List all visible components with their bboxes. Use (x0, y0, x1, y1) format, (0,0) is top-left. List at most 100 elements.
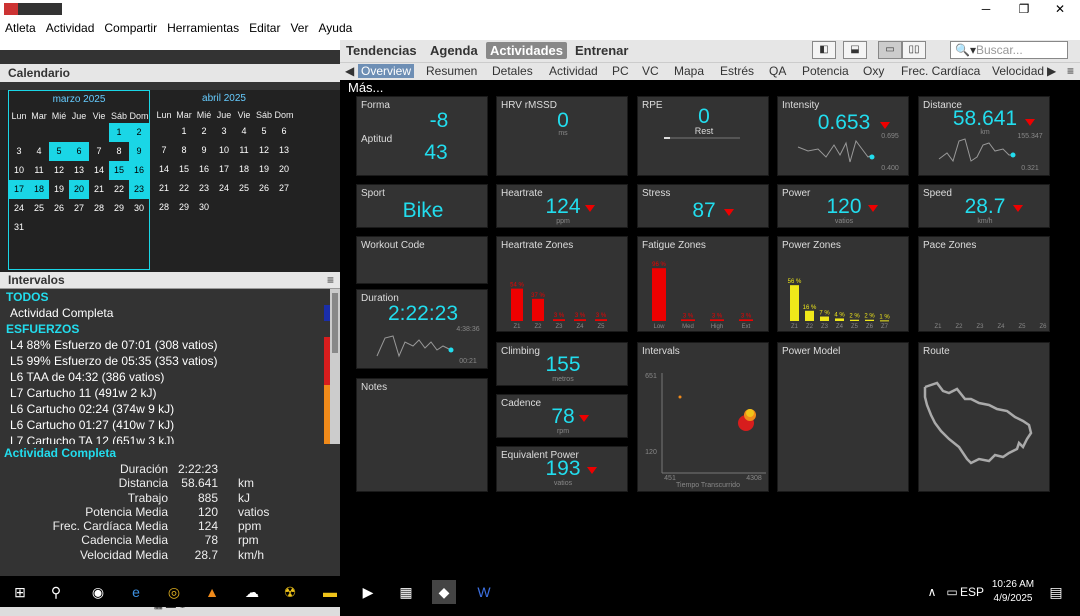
calendar-day[interactable]: 2 (129, 123, 149, 142)
search-taskbar-icon[interactable]: ⚲ (44, 580, 68, 604)
calendar-day[interactable]: 7 (154, 141, 174, 160)
calendar-day[interactable]: 22 (174, 179, 194, 198)
tile-speed[interactable]: Speed 28.7 km/h (918, 184, 1050, 228)
tile-hrv[interactable]: HRV rMSSD 0 ms (496, 96, 628, 176)
subtabs-prev-icon[interactable]: ◀ (345, 64, 354, 78)
subtab-pc[interactable]: PC (612, 64, 629, 78)
calendar-day[interactable]: 28 (89, 199, 109, 218)
mas-link[interactable]: Más... (348, 80, 383, 95)
word-icon[interactable]: W (472, 580, 496, 604)
menu-compartir[interactable]: Compartir (99, 18, 162, 38)
calendar-day[interactable]: 26 (254, 179, 274, 198)
calendar-day[interactable]: 7 (89, 142, 109, 161)
subtab-estres[interactable]: Estrés (720, 64, 754, 78)
menu-ver[interactable]: Ver (285, 18, 313, 38)
calendar-day[interactable]: 18 (29, 180, 49, 199)
calendar-day[interactable]: 16 (194, 160, 214, 179)
subtab-resumen[interactable]: Resumen (426, 64, 477, 78)
tile-pace-zones[interactable]: Pace Zones Z1 Z2 Z3 Z4 Z5 Z6 (918, 236, 1050, 332)
calendar-day[interactable]: 19 (49, 180, 69, 199)
interval-item[interactable]: L6 TAA de 04:32 (386 vatios) (0, 369, 330, 385)
subtab-mapa[interactable]: Mapa (674, 64, 704, 78)
calculator-icon[interactable]: ▦ (394, 580, 418, 604)
subtab-oxy[interactable]: Oxy (863, 64, 884, 78)
bottom-panel-icon[interactable]: ⬓ (843, 41, 867, 59)
tile-equivalent-power[interactable]: Equivalent Power 193 vatios (496, 446, 628, 492)
calendar-day[interactable]: 20 (274, 160, 294, 179)
tile-power[interactable]: Power 120 vatios (777, 184, 909, 228)
calendar-day[interactable]: 13 (69, 161, 89, 180)
file-explorer-icon[interactable]: ▬ (318, 580, 342, 604)
subtab-actividad[interactable]: Actividad (549, 64, 598, 78)
calendar-day[interactable]: 9 (129, 142, 149, 161)
subtab-detales[interactable]: Detales (492, 64, 533, 78)
tile-sport[interactable]: Sport Bike (356, 184, 488, 228)
calendar-day[interactable]: 4 (234, 122, 254, 141)
calendar-day[interactable]: 17 (214, 160, 234, 179)
interval-item[interactable]: L4 88% Esfuerzo de 07:01 (308 vatios) (0, 337, 330, 353)
menu-ayuda[interactable]: Ayuda (313, 18, 357, 38)
search-input[interactable]: 🔍▾Buscar... (950, 41, 1068, 59)
calendar-day[interactable]: 10 (214, 141, 234, 160)
subtab-vc[interactable]: VC (642, 64, 659, 78)
menu-editar[interactable]: Editar (244, 18, 285, 38)
calendar-day[interactable]: 23 (194, 179, 214, 198)
calendar-day[interactable]: 28 (154, 198, 174, 217)
calendar-day[interactable]: 6 (274, 122, 294, 141)
language-indicator[interactable]: ESP (958, 580, 986, 604)
calendar-day[interactable]: 24 (9, 199, 29, 218)
tile-intensity[interactable]: Intensity 0.653 0.695 0.400 (777, 96, 909, 176)
app-icon-1[interactable]: ◉ (86, 580, 110, 604)
tile-climbing[interactable]: Climbing 155 metros (496, 342, 628, 386)
calendar-day[interactable]: 30 (194, 198, 214, 217)
media-icon[interactable]: ▶ (356, 580, 380, 604)
subtab-potencia[interactable]: Potencia (802, 64, 849, 78)
subtab-velocidad[interactable]: Velocidad (992, 64, 1044, 78)
tile-distance[interactable]: Distance 58.641 km 155.347 0.321 (918, 96, 1050, 176)
intervals-list[interactable]: TODOS Actividad Completa ESFUERZOS L4 88% E… (0, 289, 330, 444)
calendar-day[interactable]: 26 (49, 199, 69, 218)
calendar-day[interactable]: 2 (194, 122, 214, 141)
calendar-day[interactable]: 29 (109, 199, 129, 218)
calendar-day[interactable]: 18 (234, 160, 254, 179)
calendar-day[interactable]: 11 (234, 141, 254, 160)
calendar-day[interactable]: 14 (89, 161, 109, 180)
calendar-day[interactable]: 8 (109, 142, 129, 161)
calendar-day[interactable]: 31 (9, 218, 29, 237)
chrome-icon[interactable]: ◎ (162, 580, 186, 604)
calendar-day[interactable]: 3 (9, 142, 29, 161)
tab-agenda[interactable]: Agenda (426, 42, 482, 59)
interval-item[interactable]: Actividad Completa (0, 305, 330, 321)
tile-power-zones[interactable]: Power Zones 56 % Z1 16 % Z2 7 % Z3 4 % Z4 2 % Z5 2… (777, 236, 909, 332)
menu-atleta[interactable]: Atleta (0, 18, 41, 38)
tab-actividades[interactable]: Actividades (486, 42, 567, 59)
menu-actividad[interactable]: Actividad (41, 18, 100, 38)
tab-tendencias[interactable]: Tendencias (342, 42, 421, 59)
tile-workout-code[interactable]: Workout Code (356, 236, 488, 284)
calendar-day[interactable]: 11 (29, 161, 49, 180)
tile-stress[interactable]: Stress 87 (637, 184, 769, 228)
tile-forma[interactable]: Forma -8 Aptitud 43 (356, 96, 488, 176)
interval-group[interactable]: TODOS (0, 289, 330, 305)
calendar-day[interactable]: 12 (254, 141, 274, 160)
interval-item[interactable]: L7 Cartucho TA 12 (651w 3 kJ) (0, 433, 330, 444)
calendar-day[interactable]: 24 (214, 179, 234, 198)
tile-intervals[interactable]: Intervals 651 120 451 4308 Tiempo Transc… (637, 342, 769, 492)
sidebar-toggle-icon[interactable]: ◧ (812, 41, 836, 59)
calendar-day[interactable]: 9 (194, 141, 214, 160)
app-icon-2[interactable]: ☁ (240, 580, 264, 604)
minimize-button[interactable]: ─ (970, 0, 1002, 18)
calendar-day[interactable]: 25 (234, 179, 254, 198)
calendar-day[interactable]: 5 (254, 122, 274, 141)
tile-cadence[interactable]: Cadence 78 rpm (496, 394, 628, 438)
calendar-day[interactable]: 27 (69, 199, 89, 218)
calendar-day[interactable]: 14 (154, 160, 174, 179)
maximize-button[interactable]: ❐ (1008, 0, 1040, 18)
subtabs-menu-icon[interactable]: ≡ (1067, 64, 1074, 78)
tile-duration[interactable]: Duration 2:22:23 4:38:36 00:21 (356, 289, 488, 369)
calendar-day[interactable]: 17 (9, 180, 29, 199)
calendar-day[interactable]: 5 (49, 142, 69, 161)
calendar-day[interactable]: 13 (274, 141, 294, 160)
calendar-day[interactable]: 20 (69, 180, 89, 199)
calendar-day[interactable]: 19 (254, 160, 274, 179)
